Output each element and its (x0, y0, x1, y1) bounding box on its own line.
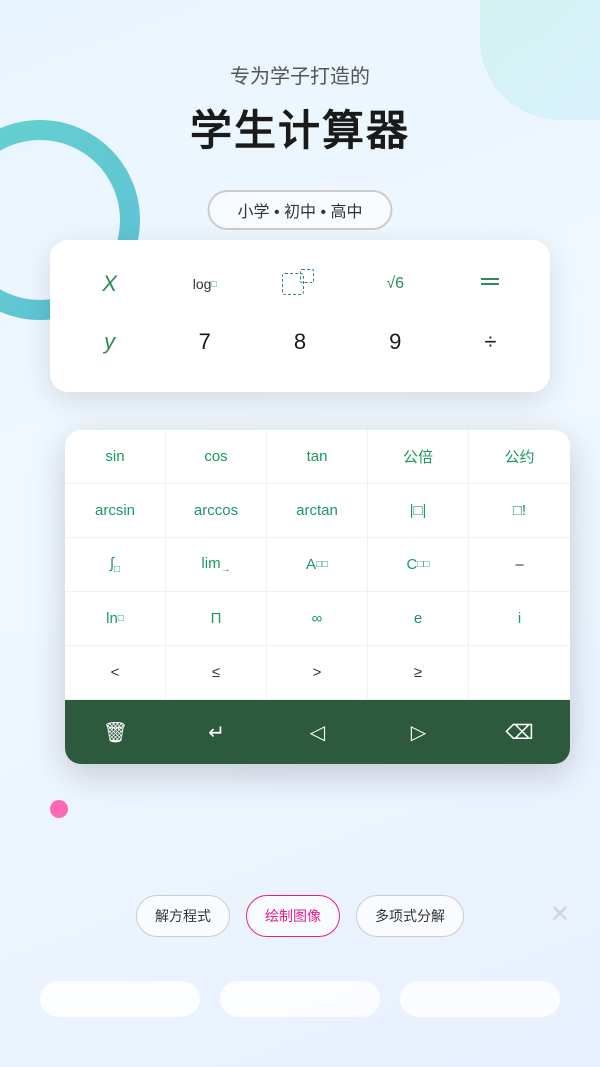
key-integral[interactable]: ∫□ (65, 538, 166, 592)
bottom-pill-3 (400, 981, 560, 1017)
key-comb[interactable]: C□□ (368, 538, 469, 592)
key-8[interactable]: 8 (254, 316, 345, 368)
key-i[interactable]: i (469, 592, 570, 646)
key-arccos[interactable]: arccos (166, 484, 267, 538)
key-infinity[interactable]: ∞ (267, 592, 368, 646)
key-e[interactable]: e (368, 592, 469, 646)
key-y[interactable]: y (64, 316, 155, 368)
toolbar-delete[interactable]: 🗑 (96, 714, 136, 750)
key-9[interactable]: 9 (350, 316, 441, 368)
key-lt1[interactable]: < (65, 646, 166, 700)
btn-solve-equation[interactable]: 解方程式 (136, 895, 230, 937)
key-factorial[interactable]: □! (469, 484, 570, 538)
func-grid: sin cos tan 公倍 公约 arcsin arccos arctan |… (65, 430, 570, 700)
subtitle: 专为学子打造的 (0, 60, 600, 89)
bottom-pill-2 (220, 981, 380, 1017)
toolbar-backspace[interactable]: ⌫ (500, 714, 540, 750)
btn-polynomial[interactable]: 多项式分解 (356, 895, 464, 937)
level-badge: 小学 • 初中 • 高中 (208, 190, 393, 230)
key-7[interactable]: 7 (159, 316, 250, 368)
key-arctan[interactable]: arctan (267, 484, 368, 538)
key-gt1[interactable]: > (267, 646, 368, 700)
key-minus[interactable]: – (469, 538, 570, 592)
dot-pink (50, 800, 68, 818)
key-tan[interactable]: tan (267, 430, 368, 484)
key-le[interactable]: ≤ (166, 646, 267, 700)
key-ln[interactable]: ln□ (65, 592, 166, 646)
key-ge[interactable]: ≥ (368, 646, 469, 700)
func-toolbar: 🗑 ↵ ◁ ▷ ⌫ (65, 700, 570, 764)
toolbar-right[interactable]: ▷ (399, 714, 439, 750)
key-cos[interactable]: cos (166, 430, 267, 484)
key-abs[interactable]: |□| (368, 484, 469, 538)
key-perm[interactable]: A□□ (267, 538, 368, 592)
toolbar-enter[interactable]: ↵ (197, 714, 237, 750)
key-lim[interactable]: lim→ (166, 538, 267, 592)
calc-card-back: X log□ √6 y 7 8 9 ÷ (50, 240, 550, 392)
bottom-pills (0, 981, 600, 1017)
key-arcsin[interactable]: arcsin (65, 484, 166, 538)
key-log[interactable]: log□ (159, 258, 250, 310)
key-gongbei[interactable]: 公倍 (368, 430, 469, 484)
header-area: 专为学子打造的 学生计算器 (0, 60, 600, 158)
key-gongyue[interactable]: 公约 (469, 430, 570, 484)
toolbar-left[interactable]: ◁ (298, 714, 338, 750)
key-x[interactable]: X (64, 258, 155, 310)
key-empty5-5 (469, 646, 570, 700)
key-nthroot[interactable]: √6 (350, 258, 441, 310)
key-fraction[interactable] (445, 258, 536, 310)
level-text: 小学 • 初中 • 高中 (238, 198, 363, 222)
key-sin[interactable]: sin (65, 430, 166, 484)
key-pi[interactable]: Π (166, 592, 267, 646)
btn-draw-graph[interactable]: 绘制图像 (246, 895, 340, 937)
calc-row-2: y 7 8 9 ÷ (64, 316, 536, 368)
main-title: 学生计算器 (0, 97, 600, 158)
bottom-pill-1 (40, 981, 200, 1017)
feature-buttons: 解方程式 绘制图像 多项式分解 (0, 895, 600, 937)
key-divide[interactable]: ÷ (445, 316, 536, 368)
calc-row-1: X log□ √6 (64, 258, 536, 310)
func-card: sin cos tan 公倍 公约 arcsin arccos arctan |… (65, 430, 570, 764)
key-square-bracket[interactable] (254, 258, 345, 310)
